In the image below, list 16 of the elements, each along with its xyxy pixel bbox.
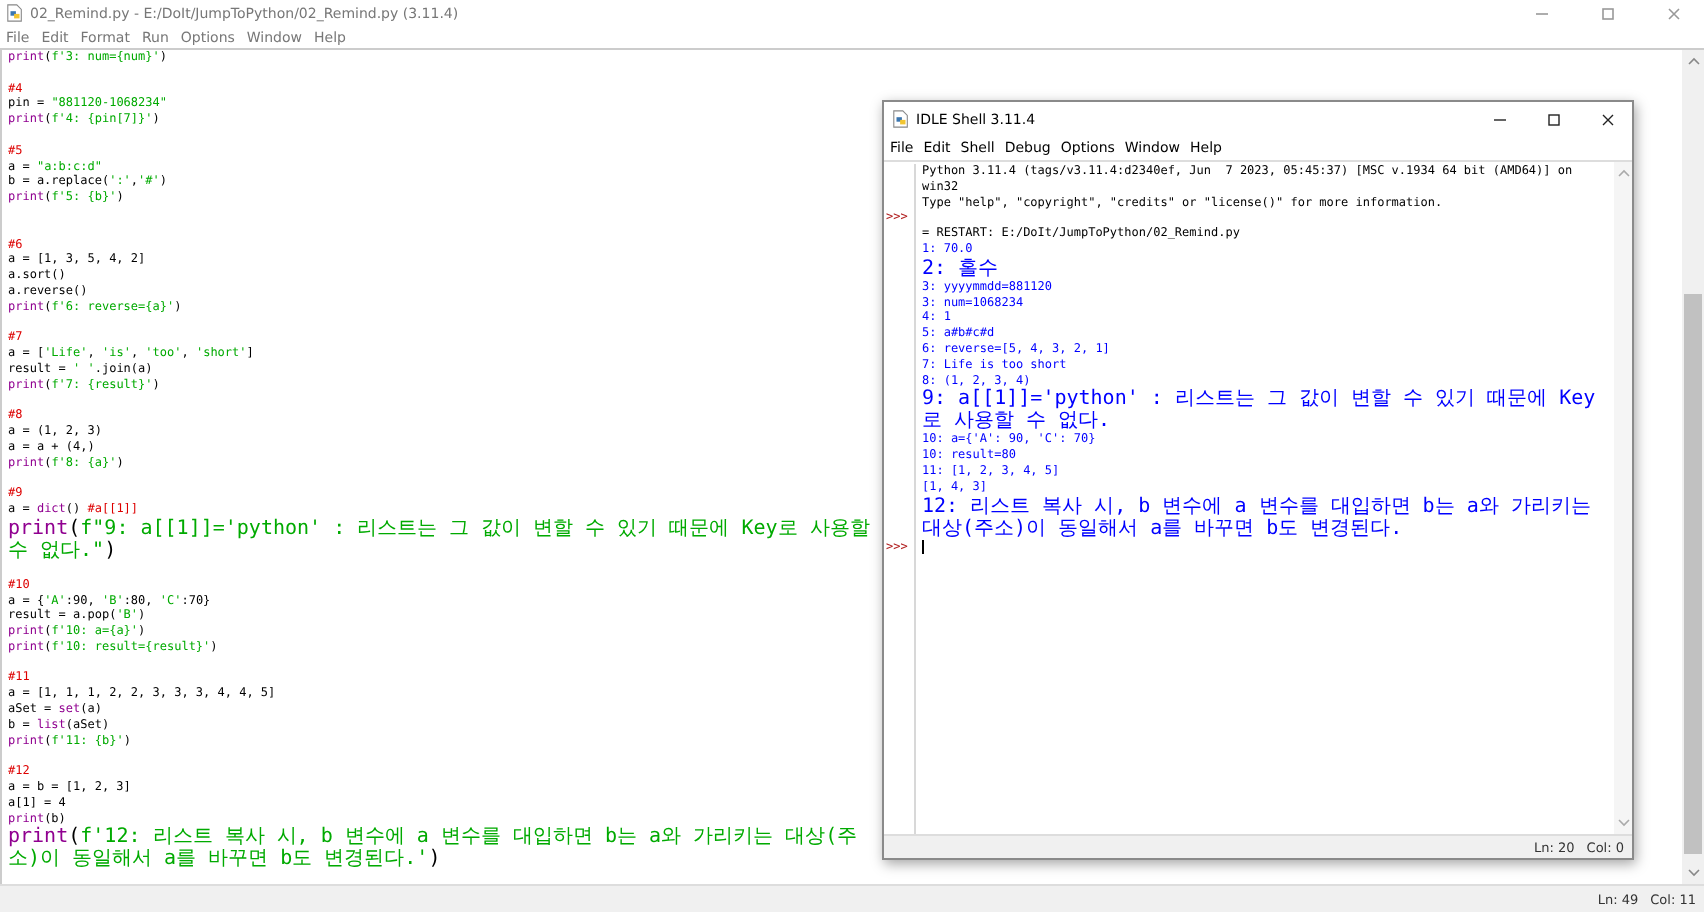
output-line: 12: 리스트 복사 시, b 변수에 a 변수를 대입하면 b는 a와 가리키는 대상(주소)이 동일해서 a를 바꾸면 b도 변경된다. [922, 495, 1593, 540]
scroll-down-icon[interactable] [1615, 816, 1631, 828]
output-line: 9: a[[1]]='python' : 리스트는 그 값이 변할 수 있기 때문에 Key로 사용할 수 없다. [922, 388, 1598, 433]
code-line: print(f"9: a[[1]]='python' : 리스트는 그 값이 변할 수 있기 때문에 Key로 사용할 수 없다.") [8, 517, 872, 562]
output-line: 2: 홀수 [922, 257, 999, 280]
python-file-icon [892, 110, 910, 128]
scrollbar[interactable] [1682, 50, 1704, 884]
close-icon[interactable] [1598, 109, 1618, 129]
scroll-up-icon[interactable] [1615, 168, 1631, 180]
scroll-down-icon[interactable] [1685, 866, 1701, 878]
code-line: print(f'12: 리스트 복사 시, b 변수에 a 변수를 대입하면 b는 a와 가리키는 대상(주소)이 동일해서 a를 바꾸면 b도 변경된다.') [8, 826, 860, 871]
scroll-thumb[interactable] [1684, 294, 1702, 854]
text-cursor [922, 539, 924, 554]
scrollbar[interactable] [1614, 162, 1632, 834]
maximize-icon[interactable] [1544, 109, 1564, 129]
scroll-up-icon[interactable] [1685, 56, 1701, 68]
